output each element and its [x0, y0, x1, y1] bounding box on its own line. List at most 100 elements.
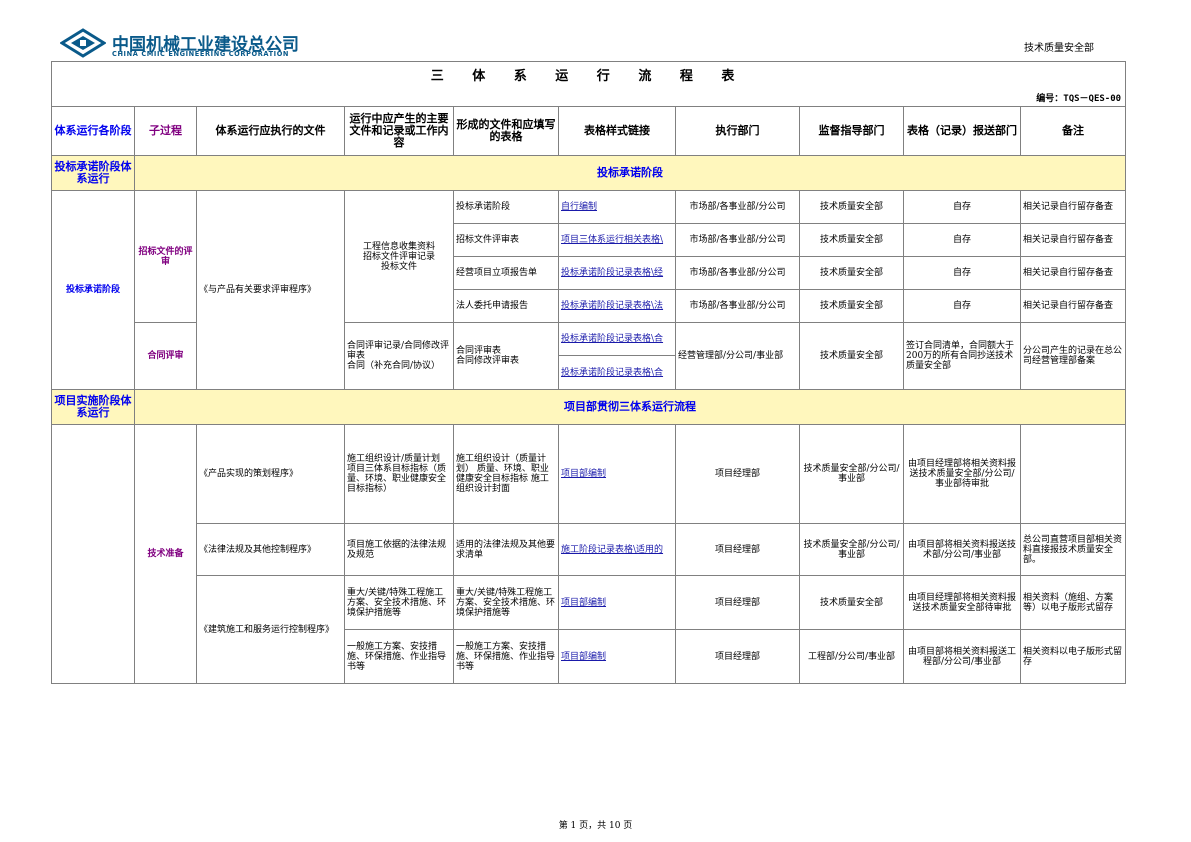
report-dept: 由项目经理部将相关资料报送技术质量安全部待审批 — [903, 575, 1021, 630]
col-header-supervise: 监督指导部门 — [799, 106, 904, 156]
col-header-report: 表格（记录）报送部门 — [903, 106, 1021, 156]
note: 相关资料（施组、方案等）以电子版形式留存 — [1019, 575, 1127, 630]
program-name: 《建筑施工和服务运行控制程序》 — [196, 575, 345, 684]
subprocess-name: 技术准备 — [134, 424, 197, 684]
table-row: 《法律法规及其他控制程序》 项目施工依据的法律法规及规范 适用的法律法规及其他要… — [52, 523, 1127, 576]
table-row: 《建筑施工和服务运行控制程序》 重大/关键/特殊工程施工方案、安全技术措施、环境… — [52, 575, 1127, 684]
exec-dept: 市场部/各事业部/分公司 — [675, 223, 800, 257]
program-name: 《产品实现的策划程序》 — [196, 424, 345, 524]
form-link[interactable]: 自行编制 — [558, 190, 676, 224]
process-table-wrap: 三 体 系 运 行 流 程 表 编号：TQS－QES-00 体系运行各阶段 子过… — [50, 61, 1127, 684]
col-header-exec: 执行部门 — [675, 106, 800, 156]
exec-dept: 市场部/各事业部/分公司 — [675, 256, 800, 290]
form-name: 施工组织设计（质量计划） 质量、环境、职业健康安全目标指标 施工组织设计封面 — [453, 424, 559, 524]
form-link[interactable]: 项目部编制 — [558, 629, 676, 684]
col-header-forms: 形成的文件和应填写的表格 — [453, 106, 559, 156]
col-header-link: 表格样式链接 — [558, 106, 676, 156]
note: 相关记录自行留存备查 — [1019, 190, 1127, 224]
exec-dept: 项目经理部 — [675, 523, 800, 576]
stage-name: 投标承诺阶段 — [51, 190, 135, 390]
col-header-program: 体系运行应执行的文件 — [196, 106, 345, 156]
supervise-dept: 技术质量安全部 — [799, 289, 904, 323]
form-name: 投标承诺阶段 — [453, 190, 559, 224]
program-name: 《与产品有关要求评审程序》 — [196, 190, 345, 390]
note: 相关资料以电子版形式留存 — [1019, 629, 1127, 684]
col-header-work: 运行中应产生的主要文件和记录或工作内容 — [344, 106, 454, 156]
form-name: 法人委托申请报告 — [453, 289, 559, 323]
report-dept: 自存 — [903, 256, 1021, 290]
work-content: 项目施工依据的法律法规及规范 — [344, 523, 454, 576]
company-name-en: CHINA CMIIC ENGINEERING CORPORATION — [112, 50, 290, 58]
report-dept: 由项目部将相关资料报送工程部/分公司/事业部 — [903, 629, 1021, 684]
work-content: 施工组织设计/质量计划 项目三体系目标指标（质量、环境、职业健康安全目标指标） — [344, 424, 454, 524]
document-code: 编号：TQS－QES-00 — [50, 92, 1127, 107]
col-header-subprocess: 子过程 — [134, 106, 197, 156]
supervise-dept: 技术质量安全部 — [799, 256, 904, 290]
supervise-dept: 技术质量安全部 — [799, 322, 904, 390]
form-link[interactable]: 项目三体系运行相关表格\ — [558, 223, 676, 257]
form-name: 招标文件评审表 — [453, 223, 559, 257]
process-table: 三 体 系 运 行 流 程 表 编号：TQS－QES-00 体系运行各阶段 子过… — [50, 61, 1127, 684]
note: 相关记录自行留存备查 — [1019, 256, 1127, 290]
exec-dept: 市场部/各事业部/分公司 — [675, 190, 800, 224]
work-content: 合同评审记录/合同修改评审表 合同（补充合同/协议） — [344, 322, 454, 390]
form-name: 适用的法律法规及其他要求清单 — [453, 523, 559, 576]
form-link[interactable]: 项目部编制 — [558, 424, 676, 524]
form-link[interactable]: 投标承诺阶段记录表格\经 — [558, 256, 676, 290]
exec-dept: 经营管理部/分公司/事业部 — [675, 322, 800, 390]
table-row: 投标承诺阶段 招标文件的评审 《与产品有关要求评审程序》 工程信息收集资料 招标… — [51, 190, 1127, 390]
work-content: 重大/关键/特殊工程施工方案、安全技术措施、环境保护措施等 — [344, 575, 454, 630]
form-name: 一般施工方案、安技措施、环保措施、作业指导书等 — [453, 629, 559, 684]
col-header-stage: 体系运行各阶段 — [51, 106, 135, 156]
report-dept: 自存 — [903, 190, 1021, 224]
subprocess-name: 招标文件的评审 — [134, 190, 197, 323]
cmiic-emblem-icon — [60, 28, 106, 58]
form-link[interactable]: 投标承诺阶段记录表格\法 — [558, 289, 676, 323]
work-content: 一般施工方案、安技措施、环保措施、作业指导书等 — [344, 629, 454, 684]
table-row: 技术准备 《产品实现的策划程序》 施工组织设计/质量计划 项目三体系目标指标（质… — [51, 424, 1127, 684]
supervise-dept: 技术质量安全部 — [799, 190, 904, 224]
note: 相关记录自行留存备查 — [1019, 223, 1127, 257]
stage-name — [51, 424, 135, 684]
stage-label: 项目实施阶段体系运行 — [51, 389, 135, 425]
form-link[interactable]: 投标承诺阶段记录表格\合 — [558, 322, 676, 356]
form-link[interactable]: 项目部编制 — [558, 575, 676, 630]
stage-banner: 投标承诺阶段 — [133, 155, 1127, 191]
exec-dept: 项目经理部 — [675, 629, 800, 684]
exec-dept: 市场部/各事业部/分公司 — [675, 289, 800, 323]
col-header-note: 备注 — [1019, 106, 1127, 156]
report-dept: 自存 — [903, 223, 1021, 257]
form-name: 经营项目立项报告单 — [453, 256, 559, 290]
report-dept: 由项目部将相关资料报送技术部/分公司/事业部 — [903, 523, 1021, 576]
form-name: 重大/关键/特殊工程施工方案、安全技术措施、环境保护措施等 — [453, 575, 559, 630]
program-name: 《法律法规及其他控制程序》 — [196, 523, 345, 576]
form-link[interactable]: 投标承诺阶段记录表格\合 — [558, 355, 676, 390]
form-link[interactable]: 施工阶段记录表格\适用的 — [558, 523, 676, 576]
stage-label: 投标承诺阶段体系运行 — [51, 155, 135, 191]
report-dept: 自存 — [903, 289, 1021, 323]
supervise-dept: 技术质量安全部/分公司/事业部 — [799, 424, 904, 524]
subprocess-name: 合同评审 — [134, 322, 197, 390]
note: 总公司直营项目部相关资料直接报技术质量安全部。 — [1019, 523, 1127, 576]
stage-row-bidding: 投标承诺阶段体系运行 投标承诺阶段 — [51, 155, 1127, 191]
supervise-dept: 技术质量安全部/分公司/事业部 — [799, 523, 904, 576]
exec-dept: 项目经理部 — [675, 424, 800, 524]
work-content: 工程信息收集资料 招标文件评审记录 投标文件 — [344, 190, 454, 323]
stage-row-implementation: 项目实施阶段体系运行 项目部贯彻三体系运行流程 — [51, 389, 1127, 425]
department-label: 技术质量安全部 — [1024, 43, 1094, 54]
supervise-dept: 技术质量安全部 — [799, 575, 904, 630]
company-logo: 中国机械工业建设总公司 CHINA CMIIC ENGINEERING CORP… — [60, 28, 330, 62]
page-number: 第 1 页，共 10 页 — [558, 821, 633, 831]
exec-dept: 项目经理部 — [675, 575, 800, 630]
report-dept: 签订合同清单，合同额大于200万的所有合同抄送技术质量安全部 — [903, 322, 1021, 390]
table-title: 三 体 系 运 行 流 程 表 — [50, 61, 1127, 92]
note: 分公司产生的记录在总公司经营管理部备案 — [1019, 322, 1127, 390]
stage-banner: 项目部贯彻三体系运行流程 — [133, 389, 1127, 425]
column-header-row: 体系运行各阶段 子过程 体系运行应执行的文件 运行中应产生的主要文件和记录或工作… — [51, 106, 1127, 156]
note — [1019, 424, 1127, 524]
supervise-dept: 工程部/分公司/事业部 — [799, 629, 904, 684]
report-dept: 由项目经理部将相关资料报送技术质量安全部/分公司/事业部待审批 — [903, 424, 1021, 524]
form-name: 合同评审表 合同修改评审表 — [453, 322, 559, 390]
supervise-dept: 技术质量安全部 — [799, 223, 904, 257]
note: 相关记录自行留存备查 — [1019, 289, 1127, 323]
